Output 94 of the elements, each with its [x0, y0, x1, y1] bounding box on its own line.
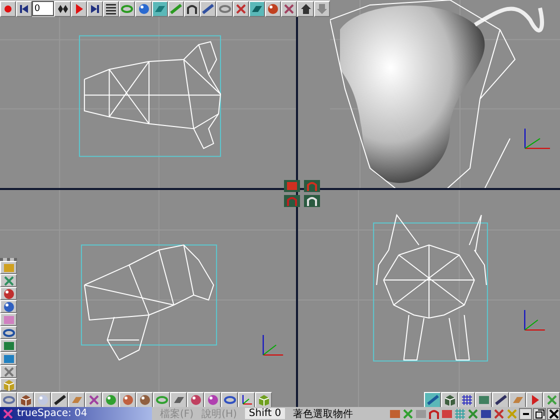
- cross-icon: [88, 394, 100, 406]
- list-icon: [105, 2, 118, 14]
- restore-icon: [534, 408, 546, 420]
- minimize-button[interactable]: [519, 408, 532, 420]
- arch-icon: [428, 408, 440, 420]
- app-label: trueSpace: 04: [17, 408, 88, 419]
- square-icon: [2, 262, 14, 274]
- sphere-icon: [104, 394, 116, 406]
- up-arrow-icon: [300, 2, 312, 14]
- ring-icon: [224, 394, 236, 406]
- sphere-icon: [2, 300, 14, 312]
- toolbar-button[interactable]: [16, 0, 32, 16]
- toolbar-button[interactable]: [248, 0, 266, 16]
- viewport[interactable]: [0, 190, 298, 407]
- view-button[interactable]: [304, 195, 320, 207]
- disc-icon: [218, 2, 231, 14]
- cube-icon: [258, 394, 270, 406]
- frame-field[interactable]: 0: [32, 1, 54, 16]
- toolbar-button[interactable]: [0, 392, 17, 408]
- grid-icon: [454, 408, 466, 420]
- square-icon: [286, 180, 298, 192]
- restore-button[interactable]: [533, 408, 546, 420]
- down-arrow-icon: [316, 2, 328, 14]
- disc-icon: [2, 394, 14, 406]
- rod-icon: [54, 394, 66, 406]
- toolbar-button[interactable]: [200, 0, 216, 16]
- toolbar-button[interactable]: [103, 0, 120, 16]
- axes-icon: [262, 334, 284, 356]
- sphere-icon: [267, 2, 280, 14]
- cross-icon: [2, 366, 14, 378]
- cube-icon: [2, 378, 14, 390]
- sphere-icon: [138, 2, 150, 14]
- keyframe-icon: [56, 2, 68, 14]
- rewind-icon: [18, 2, 30, 14]
- close-icon: [548, 408, 560, 420]
- square-icon: [480, 408, 492, 420]
- sphere-icon: [190, 394, 202, 406]
- toolbar-button[interactable]: [281, 0, 298, 16]
- toolbar-button[interactable]: [86, 0, 104, 16]
- square-icon: [478, 394, 490, 406]
- toolbar-button[interactable]: [17, 392, 34, 408]
- toolbar-button[interactable]: [0, 326, 17, 339]
- toolbar-button[interactable]: [54, 0, 71, 16]
- ring-icon: [156, 394, 168, 406]
- toolbar-button[interactable]: [221, 392, 238, 408]
- cross-icon: [2, 274, 14, 286]
- arch-icon: [306, 195, 318, 207]
- toolbar-button[interactable]: [34, 392, 51, 408]
- toolbar-button[interactable]: [170, 392, 187, 408]
- toolbar-button[interactable]: [441, 392, 458, 408]
- close-button[interactable]: [547, 408, 560, 420]
- cross-icon: [467, 408, 479, 420]
- sphere-icon: [138, 394, 150, 406]
- square-icon: [2, 314, 14, 326]
- toolbar-button[interactable]: [458, 392, 475, 408]
- square-icon: [2, 340, 14, 352]
- minimize-icon: [522, 412, 528, 414]
- cube-icon: [20, 394, 32, 406]
- arch-icon: [186, 2, 198, 14]
- cube-icon: [444, 394, 456, 406]
- arch-icon: [306, 180, 318, 192]
- arch-icon: [286, 195, 298, 207]
- cross-icon: [402, 408, 414, 420]
- axes-icon: [524, 128, 550, 149]
- toolbar-button[interactable]: [297, 0, 314, 16]
- cross-icon: [493, 408, 505, 420]
- axes-icon: [240, 394, 252, 406]
- cross-icon: [283, 2, 296, 14]
- toolbar-button[interactable]: [424, 392, 441, 408]
- square-icon: [2, 352, 14, 364]
- ring-icon: [121, 2, 134, 14]
- status-hint: 著色選取物件: [293, 408, 354, 420]
- square-icon: [441, 408, 453, 420]
- square-icon: [415, 408, 427, 420]
- cross-icon: [234, 2, 247, 14]
- sphere-icon: [2, 288, 14, 300]
- disc-icon: [2, 326, 14, 338]
- sphere-icon: [122, 394, 134, 406]
- square-icon: [389, 408, 401, 420]
- cross-icon: [2, 408, 14, 420]
- shift-readout: Shift 0: [244, 408, 286, 419]
- cross-icon: [546, 394, 558, 406]
- toolbar-button[interactable]: [492, 392, 509, 408]
- sphere-icon: [36, 394, 48, 406]
- cross-icon: [506, 408, 518, 420]
- axes-icon: [524, 310, 545, 330]
- forward-icon: [88, 2, 101, 14]
- record-icon: [2, 2, 14, 14]
- grid-icon: [460, 394, 472, 406]
- toolbar-button[interactable]: [238, 392, 255, 408]
- toolbar-button[interactable]: [51, 392, 68, 408]
- sphere-icon: [206, 394, 218, 406]
- toolbar-button[interactable]: [184, 0, 200, 16]
- rod-icon: [170, 2, 182, 14]
